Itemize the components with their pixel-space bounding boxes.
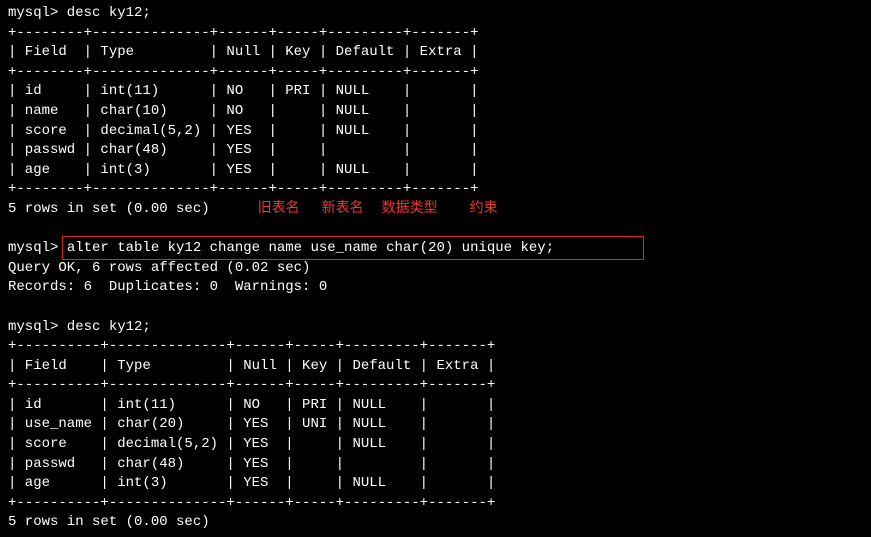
table-row: | age | int(3) | YES | | NULL | |	[8, 161, 863, 181]
table-header: | Field | Type | Null | Key | Default | …	[8, 357, 863, 377]
table-row: | score | decimal(5,2) | YES | | NULL | …	[8, 122, 863, 142]
table-row: | name | char(10) | NO | | NULL | |	[8, 102, 863, 122]
annotation-old-name: 旧表名	[258, 200, 300, 220]
table-row: | passwd | char(48) | YES | | | |	[8, 141, 863, 161]
prompt-line[interactable]: mysql> desc ky12;	[8, 4, 863, 24]
table-sep: +----------+--------------+------+-----+…	[8, 337, 863, 357]
query-ok: Query OK, 6 rows affected (0.02 sec)	[8, 259, 863, 279]
table-sep: +----------+--------------+------+-----+…	[8, 376, 863, 396]
prompt-line[interactable]: mysql> alter table ky12 change name use_…	[8, 239, 863, 259]
annotation-new-name: 新表名	[322, 200, 364, 220]
annotation-constraint: 约束	[470, 200, 498, 220]
table-sep: +--------+--------------+------+-----+--…	[8, 180, 863, 200]
table-row: | id | int(11) | NO | PRI | NULL | |	[8, 82, 863, 102]
result-text: 5 rows in set (0.00 sec)	[8, 513, 863, 533]
terminal-output: mysql> desc ky12; +--------+------------…	[8, 4, 863, 533]
blank-line	[8, 298, 863, 318]
table-row: | id | int(11) | NO | PRI | NULL | |	[8, 396, 863, 416]
table-header: | Field | Type | Null | Key | Default | …	[8, 43, 863, 63]
alter-command: alter table ky12 change name use_name ch…	[67, 240, 554, 256]
annotation-data-type: 数据类型	[382, 200, 438, 220]
result-text: 5 rows in set (0.00 sec)	[8, 200, 210, 220]
table-row: | passwd | char(48) | YES | | | |	[8, 455, 863, 475]
records-line: Records: 6 Duplicates: 0 Warnings: 0	[8, 278, 863, 298]
table-sep: +----------+--------------+------+-----+…	[8, 494, 863, 514]
blank-line	[8, 220, 863, 240]
table-row: | use_name | char(20) | YES | UNI | NULL…	[8, 415, 863, 435]
table-row: | age | int(3) | YES | | NULL | |	[8, 474, 863, 494]
table-sep: +--------+--------------+------+-----+--…	[8, 24, 863, 44]
table-row: | score | decimal(5,2) | YES | | NULL | …	[8, 435, 863, 455]
prompt-line[interactable]: mysql> desc ky12;	[8, 318, 863, 338]
table-sep: +--------+--------------+------+-----+--…	[8, 63, 863, 83]
